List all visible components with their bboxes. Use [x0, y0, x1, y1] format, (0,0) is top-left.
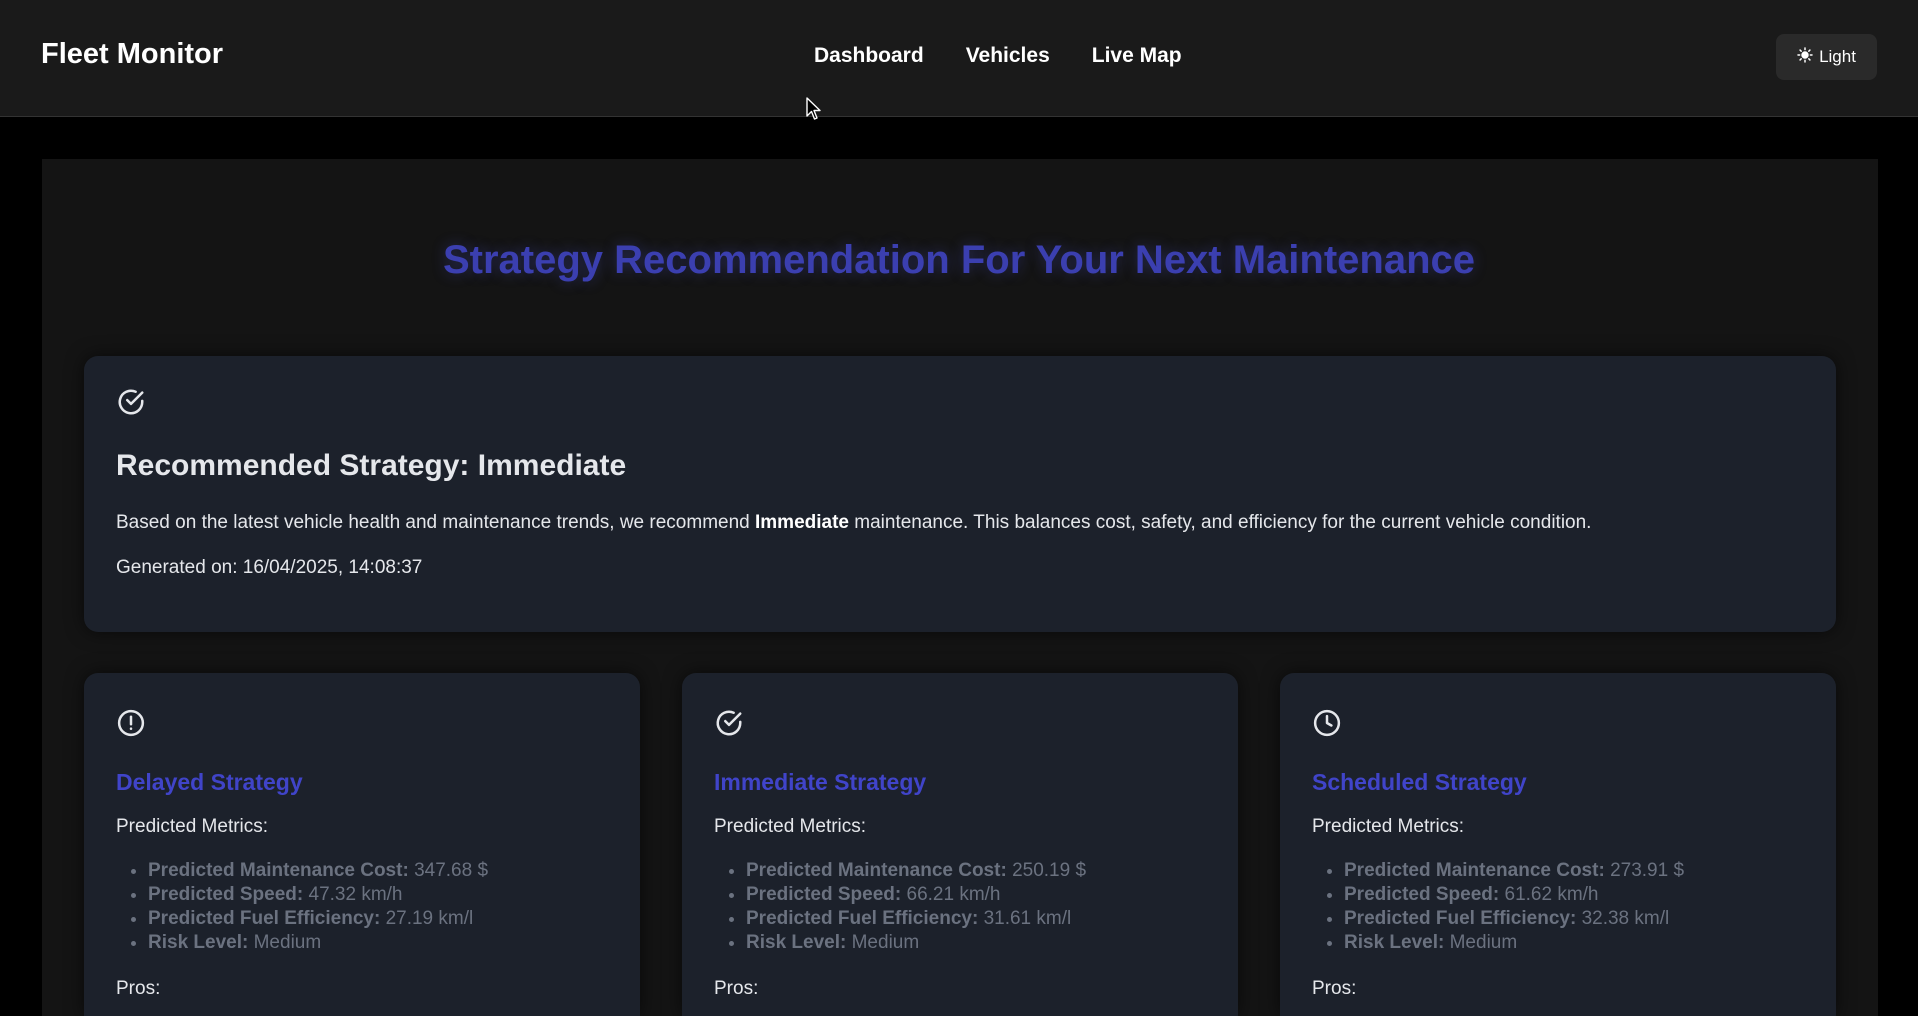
metrics-list: Predicted Maintenance Cost: 273.91 $ Pre…	[1312, 859, 1684, 955]
pros-label: Pros:	[714, 978, 759, 999]
recommended-strategy-card: Recommended Strategy: Immediate Based on…	[84, 356, 1836, 632]
pros-label: Pros:	[1312, 978, 1357, 999]
strategy-title: Immediate Strategy	[714, 769, 927, 795]
strategy-card-immediate: Immediate Strategy Predicted Metrics: Pr…	[682, 673, 1238, 1016]
check-circle-icon	[714, 708, 744, 743]
mouse-cursor-icon	[806, 97, 822, 126]
metric-fuel-efficiency: Predicted Fuel Efficiency: 31.61 km/l	[746, 907, 1086, 931]
top-navbar: Fleet Monitor Dashboard Vehicles Live Ma…	[0, 0, 1918, 117]
predicted-metrics-label: Predicted Metrics:	[1312, 816, 1465, 837]
generated-timestamp: Generated on: 16/04/2025, 14:08:37	[116, 557, 423, 578]
theme-toggle-label: Light	[1819, 47, 1856, 66]
metric-risk-level: Risk Level: Medium	[1344, 931, 1684, 955]
metric-maintenance-cost: Predicted Maintenance Cost: 250.19 $	[746, 859, 1086, 883]
metric-maintenance-cost: Predicted Maintenance Cost: 347.68 $	[148, 859, 488, 883]
metrics-list: Predicted Maintenance Cost: 250.19 $ Pre…	[714, 859, 1086, 955]
strategy-card-scheduled: Scheduled Strategy Predicted Metrics: Pr…	[1280, 673, 1836, 1016]
description-suffix: maintenance. This balances cost, safety,…	[848, 512, 1592, 533]
metric-risk-level: Risk Level: Medium	[746, 931, 1086, 955]
page-title: Strategy Recommendation For Your Next Ma…	[442, 238, 1476, 282]
metric-speed: Predicted Speed: 61.62 km/h	[1344, 883, 1684, 907]
metric-fuel-efficiency: Predicted Fuel Efficiency: 32.38 km/l	[1344, 907, 1684, 931]
clock-icon	[1312, 708, 1342, 743]
strategy-title: Scheduled Strategy	[1312, 769, 1527, 795]
strategy-card-delayed: Delayed Strategy Predicted Metrics: Pred…	[84, 673, 640, 1016]
metrics-list: Predicted Maintenance Cost: 347.68 $ Pre…	[116, 859, 488, 955]
nav-link-vehicles[interactable]: Vehicles	[966, 44, 1050, 68]
strategy-title: Delayed Strategy	[116, 769, 303, 795]
main-nav: Dashboard Vehicles Live Map	[814, 44, 1182, 68]
recommended-strategy-title: Recommended Strategy: Immediate	[116, 449, 627, 482]
metric-fuel-efficiency: Predicted Fuel Efficiency: 27.19 km/l	[148, 907, 488, 931]
metric-speed: Predicted Speed: 47.32 km/h	[148, 883, 488, 907]
recommendation-description: Based on the latest vehicle health and m…	[116, 512, 1591, 534]
metric-risk-level: Risk Level: Medium	[148, 931, 488, 955]
predicted-metrics-label: Predicted Metrics:	[116, 816, 269, 837]
pros-label: Pros:	[116, 978, 161, 999]
description-prefix: Based on the latest vehicle health and m…	[116, 512, 755, 533]
metric-speed: Predicted Speed: 66.21 km/h	[746, 883, 1086, 907]
brand-logo[interactable]: Fleet Monitor	[41, 38, 223, 71]
metric-maintenance-cost: Predicted Maintenance Cost: 273.91 $	[1344, 859, 1684, 883]
nav-link-dashboard[interactable]: Dashboard	[814, 44, 924, 68]
description-strategy: Immediate	[755, 512, 849, 533]
predicted-metrics-label: Predicted Metrics:	[714, 816, 867, 837]
alert-circle-icon	[116, 708, 146, 743]
nav-link-live-map[interactable]: Live Map	[1092, 44, 1182, 68]
sun-icon	[1797, 46, 1813, 68]
check-circle-icon	[116, 387, 146, 422]
theme-toggle-button[interactable]: Light	[1776, 34, 1877, 80]
